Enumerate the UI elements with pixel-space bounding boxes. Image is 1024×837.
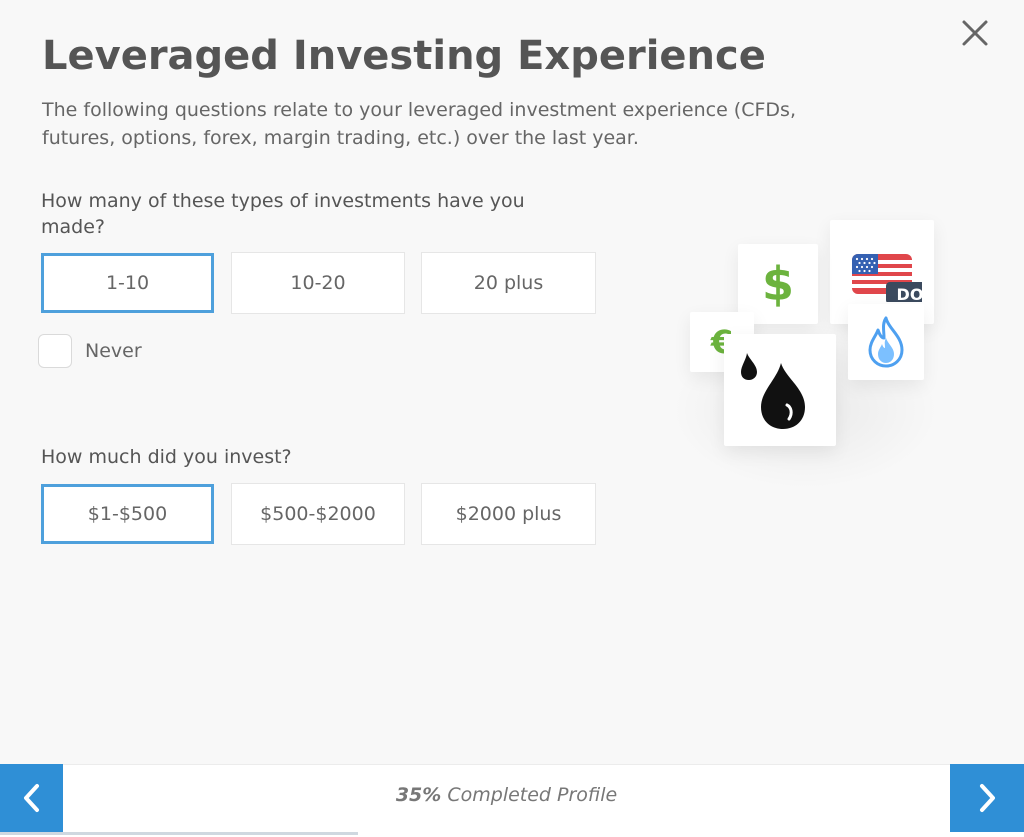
flame-card <box>848 304 924 380</box>
progress-fill <box>0 832 359 835</box>
option-500-2000[interactable]: $500-$2000 <box>231 483 405 545</box>
oil-card <box>724 334 836 446</box>
page-title: Leveraged Investing Experience <box>42 33 766 79</box>
dollar-icon: $ <box>761 257 794 311</box>
previous-button[interactable] <box>0 764 63 832</box>
profile-modal: Leveraged Investing Experience The follo… <box>0 0 1024 837</box>
progress-percent: 35% <box>395 784 442 806</box>
never-checkbox-row[interactable]: Never <box>38 333 142 369</box>
flag-tag-text: DO <box>897 285 922 302</box>
progress-track <box>0 832 1024 837</box>
option-20-plus[interactable]: 20 plus <box>421 252 596 314</box>
option-10-20[interactable]: 10-20 <box>231 252 405 314</box>
option-1-500[interactable]: $1-$500 <box>41 484 214 544</box>
close-button[interactable] <box>958 16 992 50</box>
never-checkbox[interactable] <box>38 334 72 368</box>
profile-progress-text: 35% Completed Profile <box>63 784 950 806</box>
question-investment-amount: How much did you invest? <box>41 446 292 468</box>
chevron-right-icon <box>980 784 995 812</box>
option-2000-plus[interactable]: $2000 plus <box>421 483 596 545</box>
close-icon <box>962 20 988 46</box>
investment-illustration: DO $ € <box>660 210 960 490</box>
option-1-10[interactable]: 1-10 <box>41 253 214 313</box>
page-subtitle: The following questions relate to your l… <box>42 99 796 149</box>
question-investment-count: How many of these types of investments h… <box>41 190 525 238</box>
chevron-left-icon <box>23 784 39 812</box>
us-flag-icon: DO <box>852 254 922 302</box>
progress-label: Completed Profile <box>447 784 618 806</box>
never-label: Never <box>85 340 142 362</box>
next-button[interactable] <box>950 764 1024 832</box>
flame-icon <box>868 316 904 368</box>
oil-drop-icon <box>741 353 805 429</box>
